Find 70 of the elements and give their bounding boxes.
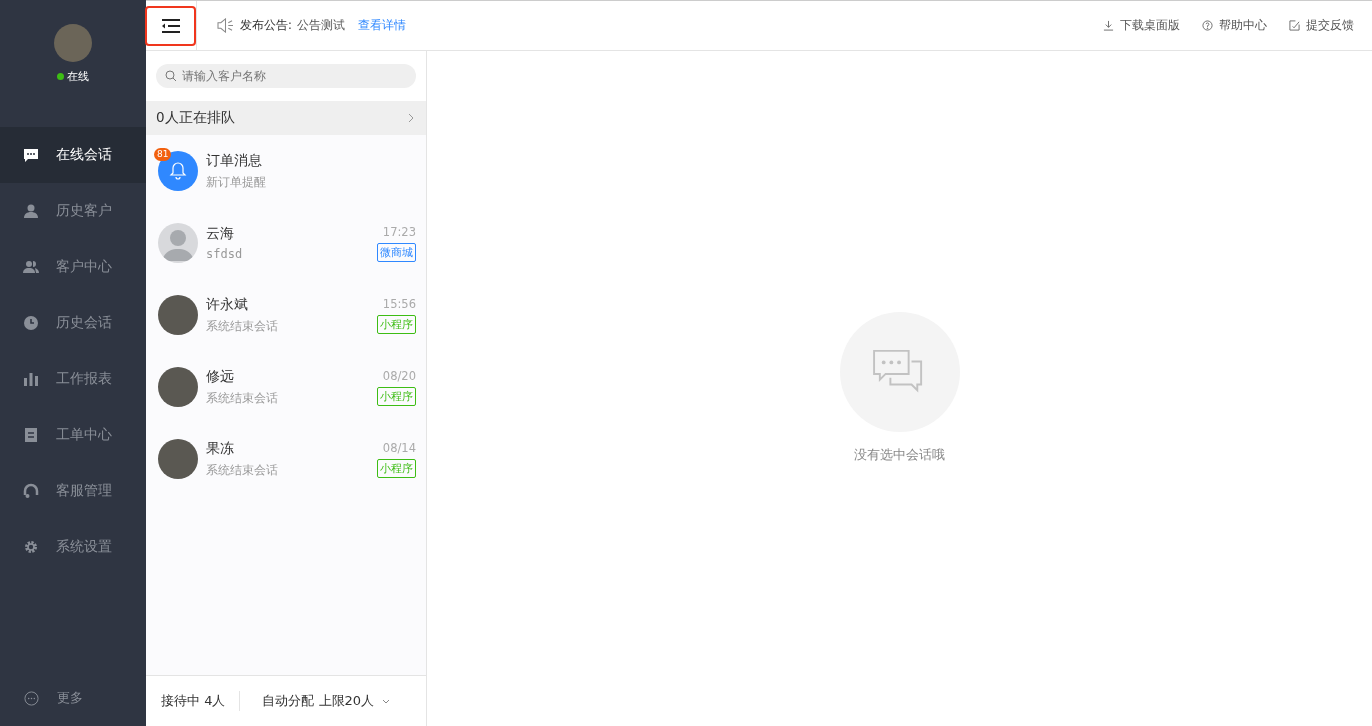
channel-tag: 小程序 [377,458,416,478]
default-avatar-icon [158,223,198,263]
nav-item[interactable]: 历史客户 [0,183,146,239]
help-icon [1202,20,1213,31]
avatar-placeholder [54,24,92,62]
message-preview: 系统结束会话 [206,317,279,335]
message-preview: 新订单提醒 [206,173,267,191]
avatar-placeholder [158,439,198,479]
clipboard-icon [23,427,39,443]
serving-count: 接待中 4人 [161,691,241,711]
chevron-right-icon [408,113,414,123]
caret-icon [382,698,391,704]
queue-row[interactable]: 0人正在排队 [146,101,426,135]
announcement-label: 发布公告: [240,18,292,33]
headset-icon [23,483,39,499]
collapse-menu-icon [160,17,181,34]
assign-dropdown[interactable]: 自动分配 上限20人 [262,692,391,710]
people-icon [23,259,39,275]
status-label: 在线 [67,69,89,84]
message-preview: 系统结束会话 [206,389,279,407]
search-icon [165,70,177,82]
conversation-item[interactable]: 81 订单消息 新订单提醒 [146,135,426,207]
conversation-item[interactable]: 修远 系统结束会话 08/20 小程序 [146,351,426,423]
menu-toggle-button[interactable] [145,5,196,46]
download-icon [1103,20,1114,31]
more-menu[interactable]: 更多 [0,670,146,726]
header-link[interactable]: 提交反馈 [1289,18,1354,33]
nav-item[interactable]: 客户中心 [0,239,146,295]
gear-icon [23,539,39,555]
contact-name: 果冻 [206,439,235,458]
nav-item[interactable]: 客服管理 [0,463,146,519]
more-icon [24,690,39,706]
unread-count: 81 [154,148,172,161]
bell-avatar-icon [158,151,198,191]
contact-name: 订单消息 [206,151,263,170]
empty-message: 没有选中会话哦 [854,446,945,464]
clock-icon [23,315,39,331]
channel-tag: 微商城 [377,242,416,262]
person-icon [23,203,39,219]
conversation-item[interactable]: 许永斌 系统结束会话 15:56 小程序 [146,279,426,351]
conversation-item[interactable]: 果冻 系统结束会话 08/14 小程序 [146,423,426,495]
avatar-placeholder [158,295,198,335]
feedback-icon [1289,20,1300,31]
view-details-link[interactable]: 查看详情 [357,18,406,33]
contact-name: 许永斌 [206,295,249,314]
channel-tag: 小程序 [377,314,416,334]
nav-item[interactable]: 工单中心 [0,407,146,463]
message-time: 08/20 [382,368,416,383]
message-time: 17:23 [382,224,416,239]
message-time: 15:56 [382,296,416,311]
queue-label: 0人正在排队 [156,109,235,127]
chat-icon [23,147,39,163]
nav-item[interactable]: 在线会话 [0,127,146,183]
avatar-placeholder [158,367,198,407]
channel-tag: 小程序 [377,386,416,406]
contact-name: 云海 [206,225,235,243]
message-preview: 系统结束会话 [206,461,279,479]
header-link[interactable]: 下载桌面版 [1103,18,1180,33]
search-field[interactable]: 请输入客户名称 [156,64,416,88]
speaker-icon [217,18,234,33]
contact-name: 修远 [206,367,235,386]
nav-item[interactable]: 历史会话 [0,295,146,351]
message-time: 08/14 [382,440,416,455]
announcement-text: 公告测试 [296,18,345,33]
nav-item[interactable]: 系统设置 [0,519,146,575]
bar-chart-icon [23,371,39,387]
header-link[interactable]: 帮助中心 [1202,18,1267,33]
nav-item[interactable]: 工作报表 [0,351,146,407]
message-preview: sfdsd [206,247,244,261]
conversation-item[interactable]: 云海 sfdsd 17:23 微商城 [146,207,426,279]
